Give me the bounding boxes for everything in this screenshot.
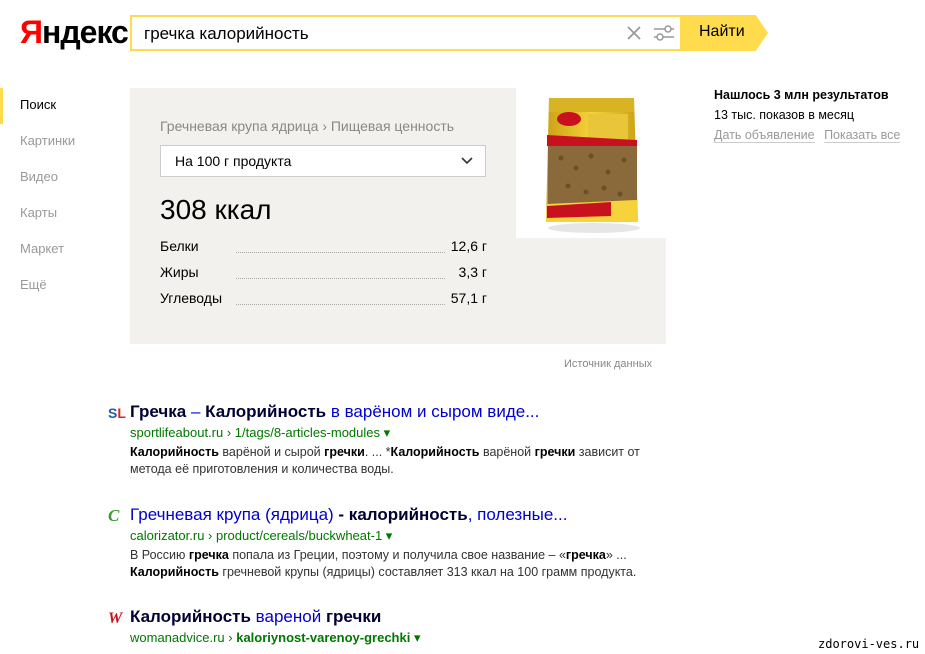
url-arrow: ▾ — [410, 630, 421, 645]
search-result: W Калорийность вареной гречки womanadvic… — [108, 607, 678, 654]
card-breadcrumb[interactable]: Гречневая крупа ядрица › Пищевая ценност… — [160, 118, 454, 134]
nutrient-value: 12,6 г — [450, 238, 487, 254]
dotted-leader — [236, 304, 445, 305]
snippet-text: попала из Греции, поэтому и получила сво… — [228, 548, 566, 562]
snippet-bold: гречки — [324, 445, 365, 459]
title-bold: Калорийность — [130, 607, 251, 626]
nutrition-card: Гречневая крупа ядрица › Пищевая ценност… — [130, 88, 666, 344]
snippet-text: . ... * — [364, 445, 391, 459]
logo-rest: ндекс — [42, 14, 129, 50]
clear-icon[interactable] — [625, 24, 643, 42]
womanadvice-favicon: W — [108, 610, 123, 627]
nav-item-more[interactable]: Ещё — [0, 268, 110, 304]
yandex-logo[interactable]: Яндекс — [20, 14, 129, 51]
result-snippet: В Россию гречка попала из Греции, поэтом… — [130, 547, 675, 581]
result-url[interactable]: womanadvice.ru › kaloriynost-varenoy-gre… — [130, 630, 420, 646]
vertical-nav: Поиск Картинки Видео Карты Маркет Ещё — [0, 88, 110, 304]
result-url[interactable]: sportlifeabout.ru › 1/tags/8-articles-mo… — [130, 425, 390, 441]
search-input[interactable] — [144, 23, 604, 45]
snippet-text: гречневой крупы (ядрицы) составляет 313 … — [218, 565, 637, 579]
snippet-text: » ... — [605, 548, 627, 562]
nutrient-name: Белки — [160, 238, 199, 254]
url-path: › 1/tags/8-articles-modules ▾ — [223, 425, 391, 440]
dotted-leader — [236, 278, 445, 279]
dotted-leader — [236, 252, 445, 253]
nav-item-maps[interactable]: Карты — [0, 196, 110, 232]
filters-icon[interactable] — [652, 22, 676, 44]
title-bold: - калорийность — [338, 505, 468, 524]
title-bold: гречки — [325, 607, 382, 626]
snippet-text: варёной и сырой — [218, 445, 325, 459]
advertise-link[interactable]: Дать объявление — [714, 128, 815, 143]
snippet-bold: гречка — [565, 548, 606, 562]
kcal-value: 308 ккал — [160, 194, 272, 225]
nutrient-value: 57,1 г — [450, 290, 487, 306]
url-domain: womanadvice.ru — [130, 630, 225, 645]
search-result: SL Гречка – Калорийность в варёном и сыр… — [108, 402, 678, 492]
chevron-down-icon — [461, 157, 473, 165]
sportlifeabout-favicon: SL — [108, 405, 126, 421]
url-domain: sportlifeabout.ru — [130, 425, 224, 440]
nutrient-name: Углеводы — [160, 290, 223, 306]
nutrient-name: Жиры — [160, 264, 199, 280]
nutrient-row: Белки 12,6 г — [160, 238, 487, 258]
url-separator: › — [224, 630, 237, 645]
url-path-bold: kaloriynost-varenoy-grechki — [236, 630, 411, 645]
url-domain: calorizator.ru — [130, 528, 205, 543]
results-count: Нашлось 3 млн результатов — [714, 88, 889, 102]
title-text: , полезные... — [467, 505, 568, 524]
result-title[interactable]: Калорийность вареной гречки — [130, 607, 381, 627]
nutrient-row: Жиры 3,3 г — [160, 264, 487, 284]
portion-select[interactable]: На 100 г продукта — [160, 145, 486, 177]
buckwheat-package-image — [546, 98, 640, 233]
calorizator-favicon: C — [108, 506, 120, 525]
title-bold: Гречка — [130, 402, 187, 421]
title-text: вареной — [250, 607, 326, 626]
result-snippet: Калорийность варёной и сырой гречки. ...… — [130, 444, 675, 478]
monthly-shows: 13 тыс. показов в месяц — [714, 108, 855, 122]
title-text: в варёном и сыром виде... — [326, 402, 540, 421]
snippet-bold: Калорийность — [130, 565, 219, 579]
snippet-text: В Россию — [130, 548, 189, 562]
show-all-link[interactable]: Показать все — [824, 128, 901, 143]
title-text: Гречневая крупа (ядрица) — [130, 505, 339, 524]
title-bold: Калорийность — [205, 402, 327, 421]
snippet-bold: Калорийность — [130, 445, 219, 459]
nav-item-market[interactable]: Маркет — [0, 232, 110, 268]
title-text: – — [186, 402, 206, 421]
product-photo[interactable] — [516, 88, 666, 238]
nav-item-search[interactable]: Поиск — [0, 88, 110, 124]
find-button[interactable]: Найти — [680, 15, 768, 51]
result-url[interactable]: calorizator.ru › product/cereals/buckwhe… — [130, 528, 392, 544]
nutrient-value: 3,3 г — [458, 264, 487, 280]
right-links: Дать объявление Показать все — [714, 128, 906, 143]
result-title[interactable]: Гречка – Калорийность в варёном и сыром … — [130, 402, 539, 422]
data-source-link[interactable]: Источник данных — [564, 358, 652, 370]
watermark: zdorovi-ves.ru — [818, 637, 920, 651]
find-button-label: Найти — [699, 23, 745, 40]
nutrient-row: Углеводы 57,1 г — [160, 290, 487, 310]
search-box — [130, 15, 680, 51]
logo-first-letter: Я — [20, 14, 43, 50]
snippet-bold: Калорийность — [390, 445, 480, 459]
result-title[interactable]: Гречневая крупа (ядрица) - калорийность,… — [130, 505, 567, 525]
url-path: › product/cereals/buckwheat-1 ▾ — [204, 528, 393, 543]
nav-item-images[interactable]: Картинки — [0, 124, 110, 160]
snippet-bold: гречка — [188, 548, 229, 562]
portion-select-label: На 100 г продукта — [175, 153, 292, 169]
snippet-text: варёной — [479, 445, 535, 459]
nav-item-video[interactable]: Видео — [0, 160, 110, 196]
right-column: Нашлось 3 млн результатов 13 тыс. показо… — [714, 88, 906, 143]
snippet-bold: гречки — [534, 445, 576, 459]
search-result: C Гречневая крупа (ядрица) - калорийност… — [108, 505, 678, 595]
